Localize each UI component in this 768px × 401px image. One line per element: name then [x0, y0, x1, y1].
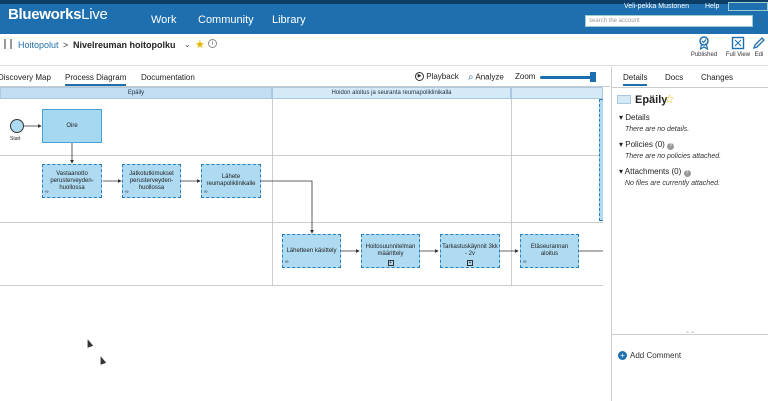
- favorite-star-icon[interactable]: ☆: [664, 92, 675, 106]
- section-body: No files are currently attached.: [625, 180, 720, 187]
- task-label: Vastaanotto perusterveyden-huollossa: [50, 170, 94, 191]
- tab-process-diagram[interactable]: Process Diagram: [65, 73, 127, 86]
- loop-icon: ∞: [125, 189, 129, 195]
- breadcrumb-separator: >: [63, 40, 69, 50]
- section-title: Attachments (0): [624, 167, 682, 176]
- offscreen-task-edge[interactable]: [599, 99, 603, 221]
- fullview-icon: [730, 36, 746, 50]
- triangle-down-icon: ▾: [619, 140, 624, 149]
- user-name[interactable]: Veli-pekka Mustonen: [624, 3, 689, 10]
- section-details[interactable]: ▾ Details: [619, 113, 650, 122]
- nav-library[interactable]: Library: [272, 14, 306, 26]
- tab-divider: [611, 87, 768, 88]
- search-input[interactable]: search the account: [585, 15, 753, 27]
- full-view-label: Full View: [725, 52, 751, 58]
- section-title: Details: [625, 113, 650, 122]
- blueworks-logo[interactable]: BlueworksLive: [8, 6, 108, 23]
- tab-discovery-map[interactable]: Discovery Map: [0, 73, 51, 82]
- playback-button[interactable]: ▶ Playback: [415, 72, 459, 82]
- info-icon[interactable]: i: [208, 39, 217, 48]
- triangle-down-icon: ▾: [619, 113, 624, 122]
- tab-changes[interactable]: Changes: [701, 73, 733, 82]
- favorite-star-icon[interactable]: ★: [195, 38, 205, 51]
- task-jatkotutkimukset[interactable]: Jatkotutkimukset perusterveyden-huolloss…: [122, 164, 181, 198]
- published-button[interactable]: Published: [686, 36, 722, 58]
- selected-item-title: Epäily: [635, 94, 668, 106]
- task-lahete[interactable]: Lähete reumapoliklinikalle ∞: [201, 164, 261, 198]
- section-body: There are no details.: [625, 126, 690, 133]
- nav-work[interactable]: Work: [151, 14, 176, 26]
- zoom-slider-handle[interactable]: [590, 72, 596, 82]
- task-label: Lähete reumapoliklinikalle: [206, 174, 256, 187]
- edit-icon: [751, 36, 767, 50]
- add-comment-label: Add Comment: [630, 351, 682, 360]
- tab-documentation[interactable]: Documentation: [141, 73, 195, 82]
- task-label: Hoitosuunnitelman määrittely: [365, 244, 416, 257]
- task-vastaanotto[interactable]: Vastaanotto perusterveyden-huollossa ∞: [42, 164, 102, 198]
- zoom-label: Zoom: [515, 72, 536, 81]
- loop-icon: ∞: [45, 189, 49, 195]
- search-icon[interactable]: ⌕: [759, 16, 763, 26]
- task-label: Jatkotutkimukset perusterveyden-huolloss…: [129, 170, 174, 191]
- tab-docs[interactable]: Docs: [665, 73, 683, 82]
- edit-label: Edi: [754, 52, 764, 58]
- logo-light: Live: [81, 6, 108, 23]
- task-etaseuranta[interactable]: Etäseurannan aloitus ∞: [520, 234, 579, 268]
- drag-handle-icon[interactable]: ⌃⌃: [685, 331, 695, 338]
- add-comment-button[interactable]: + Add Comment: [618, 351, 681, 360]
- task-lahetteen-kasittely[interactable]: Lähetteen käsittely ∞: [282, 234, 341, 268]
- play-icon: ▶: [415, 72, 424, 82]
- zoom-slider[interactable]: [540, 76, 596, 79]
- analyze-button[interactable]: ⌕ Analyze: [468, 72, 504, 83]
- playback-label: Playback: [426, 72, 459, 81]
- triangle-down-icon: ▾: [619, 167, 624, 176]
- section-title: Policies (0): [625, 140, 665, 149]
- collapse-handle-icon[interactable]: [4, 39, 12, 49]
- start-label: Start: [10, 136, 21, 142]
- logo-bold: Blueworks: [8, 6, 82, 23]
- chevron-down-icon[interactable]: ⌄: [184, 40, 191, 49]
- loop-icon: ∞: [204, 189, 208, 195]
- plus-icon: +: [618, 351, 627, 360]
- edit-button[interactable]: Edi: [748, 36, 768, 58]
- help-icon[interactable]: ?: [667, 143, 675, 150]
- tab-details[interactable]: Details: [623, 73, 648, 86]
- task-oire[interactable]: Oire: [42, 109, 102, 143]
- nav-community[interactable]: Community: [198, 14, 254, 26]
- award-icon: [696, 36, 712, 51]
- subprocess-icon[interactable]: +: [387, 260, 394, 266]
- task-label: Tarkastuskäynnit 3kk - 2v: [442, 244, 498, 257]
- lane-swatch-icon: [617, 95, 631, 104]
- page-title: Nivelreuman hoitopolku: [73, 40, 176, 50]
- task-label: Lähetteen käsittely: [286, 247, 337, 254]
- section-body: There are no policies attached.: [625, 153, 722, 160]
- loop-icon: ∞: [523, 259, 527, 265]
- subprocess-icon[interactable]: +: [467, 260, 473, 266]
- help-link[interactable]: Help: [705, 3, 719, 10]
- account-box[interactable]: [728, 2, 768, 11]
- task-label: Oire: [66, 122, 78, 129]
- task-hoitosuunnitelma[interactable]: Hoitosuunnitelman määrittely +: [361, 234, 420, 268]
- analyze-label: Analyze: [475, 72, 504, 82]
- loop-icon: ∞: [285, 259, 289, 265]
- section-policies[interactable]: ▾ Policies (0) ?: [619, 140, 675, 150]
- task-label: Etäseurannan aloitus: [530, 244, 569, 257]
- breadcrumb-bar: [0, 34, 768, 66]
- section-attachments[interactable]: ▾ Attachments (0) ?: [619, 167, 691, 177]
- published-label: Published: [690, 52, 718, 58]
- help-icon[interactable]: ?: [683, 170, 691, 177]
- search-icon: ⌕: [468, 72, 474, 83]
- breadcrumb-parent[interactable]: Hoitopolut: [18, 40, 59, 50]
- start-event[interactable]: [10, 119, 24, 133]
- task-tarkastuskaynnit[interactable]: Tarkastuskäynnit 3kk - 2v +: [440, 234, 500, 268]
